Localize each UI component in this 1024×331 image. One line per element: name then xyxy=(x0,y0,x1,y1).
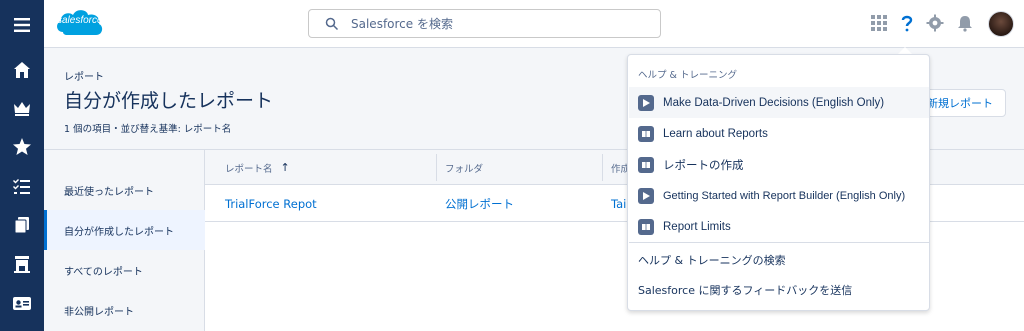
video-icon xyxy=(638,94,654,111)
help-item-report-limits[interactable]: Report Limits xyxy=(629,211,929,242)
report-name-link[interactable]: TrialForce Repot xyxy=(225,186,317,222)
nav-item-created-by-me[interactable]: 自分が作成したレポート xyxy=(44,210,205,250)
video-icon xyxy=(638,187,654,204)
help-item-data-driven[interactable]: Make Data-Driven Decisions (English Only… xyxy=(629,87,929,118)
book-icon xyxy=(638,156,654,173)
building-icon[interactable] xyxy=(0,244,44,284)
files-icon[interactable] xyxy=(0,205,44,245)
help-menu-title: ヘルプ & トレーニング xyxy=(638,70,737,81)
help-menu-divider xyxy=(629,242,929,243)
report-list-nav: 最近使ったレポート 自分が作成したレポート すべてのレポート 非公開レポート xyxy=(44,150,205,331)
search-input[interactable] xyxy=(351,15,651,33)
column-header-name[interactable]: レポート名 ↑ xyxy=(225,150,290,185)
nav-item-all[interactable]: すべてのレポート xyxy=(44,250,205,290)
notification-bell-icon[interactable] xyxy=(954,12,976,34)
nav-item-private[interactable]: 非公開レポート xyxy=(44,290,205,330)
global-header: salesforce xyxy=(44,0,1024,48)
help-item-getting-started[interactable]: Getting Started with Report Builder (Eng… xyxy=(629,180,929,211)
help-item-learn-reports[interactable]: Learn about Reports xyxy=(629,118,929,149)
column-header-folder[interactable]: フォルダ xyxy=(445,150,483,185)
app-launcher-icon[interactable] xyxy=(868,12,890,34)
person-star-icon[interactable] xyxy=(0,127,44,167)
user-avatar[interactable] xyxy=(988,11,1014,37)
help-search-link[interactable]: ヘルプ & トレーニングの検索 xyxy=(638,252,786,268)
folder-link[interactable]: 公開レポート xyxy=(445,186,514,222)
help-icon[interactable] xyxy=(896,12,918,34)
book-icon xyxy=(638,218,654,235)
home-icon[interactable] xyxy=(0,50,44,90)
help-item-create-report[interactable]: レポートの作成 xyxy=(629,149,929,180)
book-icon xyxy=(638,125,654,142)
task-list-icon[interactable] xyxy=(0,166,44,206)
column-divider xyxy=(602,154,603,181)
column-divider xyxy=(436,154,437,181)
logo-wordmark: salesforce xyxy=(57,15,103,26)
crown-icon[interactable] xyxy=(0,88,44,128)
setup-gear-icon[interactable] xyxy=(924,12,946,34)
contact-card-icon[interactable] xyxy=(0,283,44,323)
search-icon xyxy=(325,17,339,31)
help-training-menu: ヘルプ & トレーニング Make Data-Driven Decisions … xyxy=(627,54,930,311)
page-title: 自分が作成したレポート xyxy=(64,90,274,112)
list-meta: 1 個の項目・並び替え基準: レポート名 xyxy=(64,124,232,135)
creator-link[interactable]: Tai xyxy=(611,186,626,222)
feedback-link[interactable]: Salesforce に関するフィードバックを送信 xyxy=(638,282,852,298)
app-rail xyxy=(0,0,44,331)
new-report-button[interactable]: 新規レポート xyxy=(920,89,1006,117)
app-menu-icon[interactable] xyxy=(0,5,44,45)
object-label: レポート xyxy=(64,72,104,83)
global-search[interactable] xyxy=(308,9,661,38)
nav-item-recent[interactable]: 最近使ったレポート xyxy=(44,170,205,210)
sort-ascending-icon: ↑ xyxy=(280,161,290,174)
